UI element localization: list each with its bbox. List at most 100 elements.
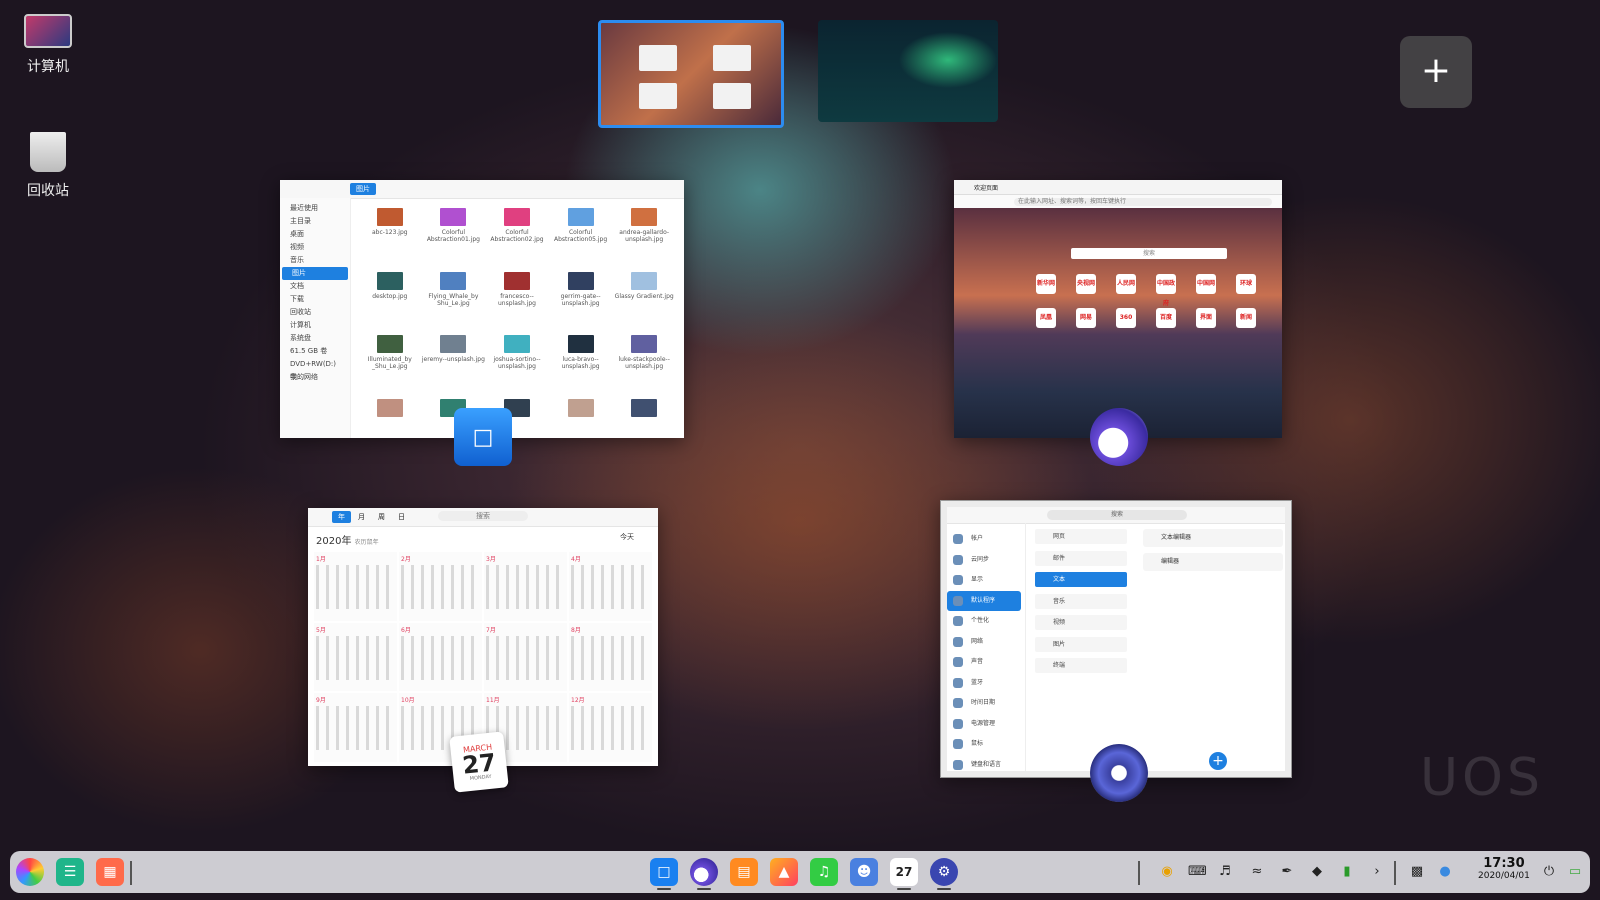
sidebar-item[interactable]: 下载 <box>280 293 350 306</box>
power-icon[interactable]: ⏻ <box>1540 863 1558 881</box>
file-item[interactable]: francesco--unsplash.jpg <box>485 268 549 326</box>
settings-icon[interactable]: ⚙ <box>930 858 958 886</box>
sidebar-item[interactable]: 计算机 <box>280 319 350 332</box>
today-button[interactable]: 今天 <box>620 532 634 542</box>
music-icon[interactable]: ♫ <box>810 858 838 886</box>
window-titlebar[interactable]: 年 月 周 日 搜索 <box>308 508 658 527</box>
browser-tabbar[interactable]: 欢迎页面 <box>954 180 1282 195</box>
month-block[interactable]: 12月 <box>569 693 652 762</box>
settings-nav-item[interactable]: 云同步 <box>947 550 1025 571</box>
app-store-icon[interactable]: ▤ <box>730 858 758 886</box>
category-item[interactable]: 网页 <box>1035 529 1127 544</box>
sidebar-item[interactable]: 我的网络 <box>280 371 350 384</box>
window-titlebar[interactable]: 搜索 <box>947 507 1285 524</box>
settings-nav-item[interactable]: 蓝牙 <box>947 673 1025 694</box>
settings-nav-item[interactable]: 电源管理 <box>947 714 1025 735</box>
file-item[interactable]: Colorful Abstraction02.jpg <box>485 204 549 262</box>
sidebar-item[interactable]: 主目录 <box>280 215 350 228</box>
pen-icon[interactable]: ✒ <box>1278 863 1296 881</box>
tab-week[interactable]: 周 <box>378 512 385 522</box>
settings-nav-item[interactable]: 显示 <box>947 570 1025 591</box>
desktop-icon-trash[interactable]: 回收站 <box>18 132 78 200</box>
window-titlebar[interactable]: 图片 <box>280 180 684 199</box>
speed-dial-tile[interactable]: 网易 <box>1066 308 1106 328</box>
browser-icon[interactable] <box>690 858 718 886</box>
speed-dial-tile[interactable]: 中国政府 <box>1146 274 1186 307</box>
trash-icon[interactable]: ▭ <box>1566 863 1584 881</box>
settings-nav-item[interactable]: 声音 <box>947 652 1025 673</box>
file-item[interactable]: Illuminated_by _Shu_Le.jpg <box>358 331 422 389</box>
contacts-icon[interactable]: ☻ <box>850 858 878 886</box>
file-item[interactable]: luca-bravo--unsplash.jpg <box>549 331 613 389</box>
settings-nav-item[interactable]: 键盘和语言 <box>947 755 1025 776</box>
sidebar-item[interactable]: 回收站 <box>280 306 350 319</box>
tab-pictures[interactable]: 图片 <box>350 183 376 195</box>
file-manager-icon[interactable]: □ <box>650 858 678 886</box>
add-workspace-button[interactable]: + <box>1400 36 1472 108</box>
sidebar-item[interactable]: 视频 <box>280 241 350 254</box>
calendar-icon[interactable]: 27 <box>890 858 918 886</box>
search-input[interactable]: 搜索 <box>1047 510 1187 520</box>
battery-icon[interactable]: ▮ <box>1338 863 1356 881</box>
control-center-window[interactable]: 搜索 帐户 云同步 显示 默认程序 个性化 网络 声音 蓝牙 时间日期 电源管理 鼠标 键盘和语言 网… <box>940 500 1292 778</box>
sidebar-item[interactable]: DVD+RW(D:)中… <box>280 358 350 381</box>
multitask-view-icon[interactable]: ☰ <box>56 858 84 886</box>
keyboard-layout-icon[interactable]: ▩ <box>1408 863 1426 881</box>
speed-dial-tile[interactable]: 新华网 <box>1026 274 1066 294</box>
file-item[interactable]: abc-123.jpg <box>358 204 422 262</box>
settings-nav-item[interactable]: 默认程序 <box>947 590 1021 611</box>
file-manager-window[interactable]: 图片 最近使用 主目录 桌面 视频 音乐 图片 文档 下载 回收站 计算机 系统… <box>280 180 684 438</box>
globe-icon[interactable]: ● <box>1436 863 1454 881</box>
month-block[interactable]: 3月 <box>484 552 567 621</box>
desktop-icon[interactable]: ▦ <box>96 858 124 886</box>
keyboard-icon[interactable]: ⌨ <box>1188 863 1207 881</box>
input-method-icon[interactable]: ◉ <box>1158 863 1176 881</box>
desktop-icon-computer[interactable]: 计算机 <box>18 14 78 76</box>
file-item[interactable] <box>358 395 422 439</box>
file-item[interactable]: luke-stackpoole--unsplash.jpg <box>612 331 676 389</box>
file-item[interactable]: Colorful Abstraction05.jpg <box>549 204 613 262</box>
month-block[interactable]: 6月 <box>399 622 482 692</box>
sidebar-item[interactable]: 桌面 <box>280 228 350 241</box>
launcher-icon[interactable] <box>16 858 44 886</box>
settings-nav-item[interactable]: 个性化 <box>947 611 1025 632</box>
month-block[interactable]: 9月 <box>314 693 397 762</box>
settings-nav-item[interactable]: 网络 <box>947 632 1025 653</box>
tab-year[interactable]: 年 <box>332 511 351 523</box>
address-input[interactable]: 在此输入网址、搜索词等，按回车键执行 <box>1014 198 1272 206</box>
category-item[interactable]: 音乐 <box>1035 593 1127 609</box>
tab-day[interactable]: 日 <box>398 512 405 522</box>
file-item[interactable]: desktop.jpg <box>358 268 422 326</box>
app-option[interactable]: 文本编辑器 <box>1143 529 1283 547</box>
workspace-1-thumbnail[interactable] <box>598 20 784 128</box>
month-block[interactable]: 2月 <box>399 552 482 621</box>
speed-dial-tile[interactable]: 人民网 <box>1106 274 1146 294</box>
speed-dial-tile[interactable]: 凤凰 <box>1026 308 1066 328</box>
sidebar-item[interactable]: 61.5 GB 卷 <box>280 345 350 358</box>
browser-window[interactable]: 欢迎页面 在此输入网址、搜索词等，按回车键执行 搜索 新华网 央视网 人民网 中国政府… <box>954 180 1282 438</box>
clock[interactable]: 17:30 2020/04/01 <box>1478 856 1530 881</box>
category-item[interactable]: 文本 <box>1035 572 1127 587</box>
speed-dial-tile[interactable]: 360 <box>1106 308 1146 328</box>
category-item[interactable]: 图片 <box>1035 636 1127 652</box>
month-block[interactable]: 4月 <box>569 552 652 621</box>
file-item[interactable]: Glassy Gradient.jpg <box>612 268 676 326</box>
speed-dial-tile[interactable]: 环球 <box>1226 274 1266 294</box>
file-item[interactable]: jeremy--unsplash.jpg <box>422 331 486 389</box>
settings-nav-item[interactable]: 帐户 <box>947 529 1025 550</box>
file-item[interactable]: andrea-gallardo-unsplash.jpg <box>612 204 676 262</box>
notification-icon[interactable]: ◆ <box>1308 863 1326 881</box>
settings-nav-item[interactable]: 鼠标 <box>947 734 1025 755</box>
sidebar-item[interactable]: 系统盘 <box>280 332 350 345</box>
image-viewer-icon[interactable]: ▲ <box>770 858 798 886</box>
search-input[interactable]: 搜索 <box>438 511 528 521</box>
speed-dial-tile[interactable]: 央视网 <box>1066 274 1106 294</box>
sidebar-item-active[interactable]: 图片 <box>282 267 348 280</box>
file-item[interactable]: gerrim-gate--unsplash.jpg <box>549 268 613 326</box>
browser-tab[interactable]: 欢迎页面 <box>974 183 998 192</box>
file-item[interactable]: joshua-sortino--unsplash.jpg <box>485 331 549 389</box>
month-block[interactable]: 8月 <box>569 622 652 692</box>
category-item[interactable]: 视频 <box>1035 615 1127 630</box>
speed-dial-tile[interactable]: 新闻 <box>1226 308 1266 328</box>
month-block[interactable]: 5月 <box>314 622 397 692</box>
